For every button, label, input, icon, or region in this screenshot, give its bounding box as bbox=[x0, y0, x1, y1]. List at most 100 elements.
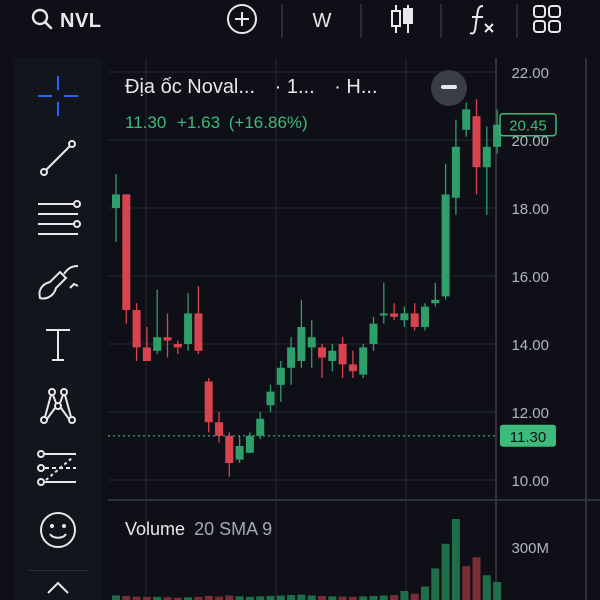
crosshair-price-label: 11.30 bbox=[510, 429, 546, 446]
text-icon bbox=[38, 322, 78, 371]
candle-body[interactable] bbox=[153, 337, 162, 351]
candle-body[interactable] bbox=[482, 146, 491, 168]
fib-lines-icon bbox=[34, 198, 82, 247]
candle-body[interactable] bbox=[256, 418, 265, 436]
candle-body[interactable] bbox=[390, 313, 399, 317]
pattern-icon bbox=[36, 384, 80, 433]
legend-change-value: +1.63 bbox=[177, 113, 221, 132]
volume-bar bbox=[215, 596, 223, 600]
crosshair-icon bbox=[36, 74, 80, 123]
volume-bar bbox=[359, 596, 368, 600]
candle-body[interactable] bbox=[142, 347, 151, 361]
candle-body[interactable] bbox=[297, 327, 306, 361]
symbol-legend[interactable]: Địa ốc Noval... · 1... · H... bbox=[125, 76, 378, 99]
candle-body[interactable] bbox=[410, 313, 419, 327]
crosshair-tool[interactable] bbox=[14, 72, 102, 124]
candle-body[interactable] bbox=[431, 299, 440, 304]
volume-bar bbox=[276, 595, 285, 600]
trend-line-tool[interactable] bbox=[14, 134, 102, 186]
volume-legend[interactable]: Volume 20 SMA 9 bbox=[125, 519, 272, 540]
candle-body[interactable] bbox=[204, 381, 213, 423]
candle-body[interactable] bbox=[451, 146, 460, 198]
collapse-legend-button[interactable] bbox=[431, 70, 467, 106]
candle-body[interactable] bbox=[441, 194, 450, 297]
candle-body[interactable] bbox=[173, 344, 182, 348]
patterns-tool[interactable] bbox=[14, 382, 102, 434]
volume-params: 20 SMA 9 bbox=[194, 519, 273, 539]
candle-body[interactable] bbox=[328, 350, 337, 361]
candle-body[interactable] bbox=[472, 116, 481, 168]
price-tick-label: 10.00 bbox=[511, 473, 549, 490]
legend-close-value: 11.30 bbox=[125, 113, 167, 132]
candle-body[interactable] bbox=[359, 347, 368, 375]
volume-bar bbox=[431, 568, 440, 600]
trend-line-icon bbox=[36, 136, 80, 185]
volume-bar bbox=[297, 594, 306, 600]
candle-body[interactable] bbox=[421, 306, 429, 327]
candle-body[interactable] bbox=[318, 347, 326, 358]
legend-change-percent: (+16.86%) bbox=[228, 113, 308, 132]
brush-tool[interactable] bbox=[14, 258, 102, 310]
candle-body[interactable] bbox=[122, 194, 131, 310]
candle-body[interactable] bbox=[287, 347, 296, 368]
more-tools-button[interactable] bbox=[14, 578, 102, 600]
volume-bar bbox=[204, 595, 213, 600]
volume-bar bbox=[410, 593, 419, 600]
candle-body[interactable] bbox=[276, 367, 285, 385]
candle-body[interactable] bbox=[194, 313, 203, 351]
candle-body[interactable] bbox=[369, 323, 378, 344]
legend-values: 11.30 +1.63 (+16.86%) bbox=[125, 113, 308, 133]
volume-bar bbox=[112, 595, 120, 600]
volume-bar bbox=[235, 596, 244, 600]
price-tick-label: 16.00 bbox=[511, 269, 549, 286]
volume-bar bbox=[482, 575, 491, 600]
candle-body[interactable] bbox=[132, 310, 141, 348]
price-tick-label: 12.00 bbox=[511, 405, 549, 422]
volume-bar bbox=[379, 595, 388, 600]
volume-bar bbox=[266, 595, 275, 600]
candle-body[interactable] bbox=[379, 313, 388, 316]
volume-bar bbox=[369, 595, 378, 600]
candle-body[interactable] bbox=[215, 422, 223, 436]
brush-icon bbox=[34, 260, 82, 309]
volume-bar bbox=[421, 586, 429, 600]
forecast-icon bbox=[34, 446, 82, 495]
candle-body[interactable] bbox=[266, 391, 275, 406]
legend-exchange: · H... bbox=[334, 76, 378, 98]
volume-bar bbox=[493, 582, 502, 600]
drawing-toolbar bbox=[14, 58, 102, 600]
text-tool[interactable] bbox=[14, 320, 102, 372]
current-price-label: 20.45 bbox=[509, 118, 547, 135]
smiley-icon bbox=[36, 508, 80, 557]
candle-body[interactable] bbox=[112, 194, 120, 208]
volume-bar bbox=[132, 596, 141, 600]
volume-bar bbox=[472, 557, 481, 600]
emoji-tool[interactable] bbox=[14, 506, 102, 558]
volume-bar bbox=[400, 591, 409, 600]
fib-retracement-tool[interactable] bbox=[14, 196, 102, 248]
volume-bar bbox=[122, 595, 131, 600]
legend-symbol-name: Địa ốc Noval... bbox=[125, 76, 256, 98]
volume-bar bbox=[441, 543, 450, 600]
candle-body[interactable] bbox=[338, 344, 347, 365]
volume-tick-label: 300M bbox=[511, 540, 549, 557]
candle-body[interactable] bbox=[400, 313, 409, 321]
candle-body[interactable] bbox=[163, 337, 172, 341]
price-tick-label: 18.00 bbox=[511, 201, 549, 218]
candle-body[interactable] bbox=[348, 364, 357, 372]
minus-icon bbox=[440, 79, 458, 97]
volume-bar bbox=[328, 596, 337, 600]
candle-body[interactable] bbox=[245, 435, 254, 453]
toolbar-divider bbox=[28, 570, 88, 571]
candle-body[interactable] bbox=[235, 446, 244, 460]
volume-bar bbox=[451, 519, 460, 600]
candle-body[interactable] bbox=[307, 337, 316, 348]
candle-body[interactable] bbox=[225, 435, 234, 463]
volume-bar bbox=[307, 595, 316, 600]
legend-interval: · 1... bbox=[274, 76, 315, 98]
price-tick-label: 14.00 bbox=[511, 337, 549, 354]
candle-body[interactable] bbox=[184, 313, 193, 344]
prediction-tool[interactable] bbox=[14, 444, 102, 496]
candle-body[interactable] bbox=[462, 109, 471, 130]
volume-bar bbox=[287, 595, 296, 600]
